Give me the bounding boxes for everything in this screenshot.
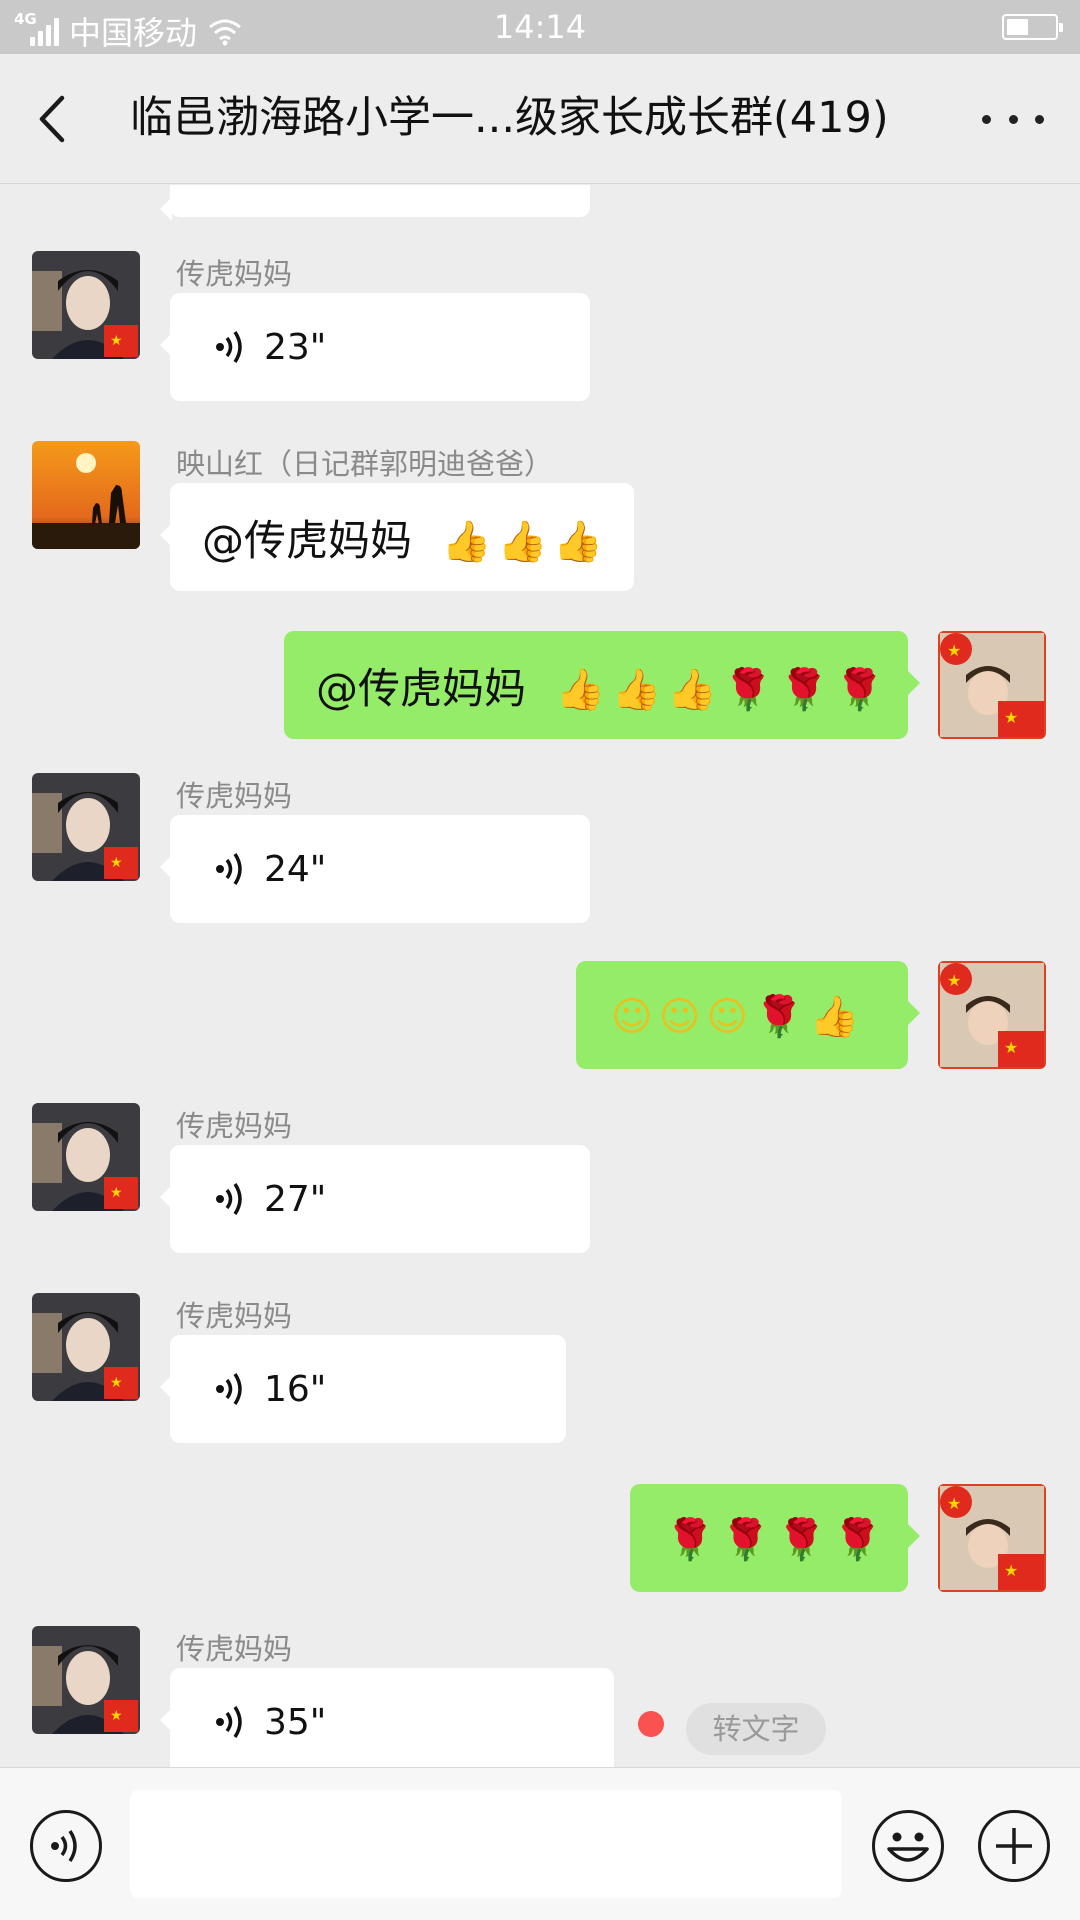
sender-name: 传虎妈妈 bbox=[176, 779, 293, 813]
my-avatar[interactable]: ★ ★ bbox=[938, 631, 1046, 739]
avatar[interactable] bbox=[32, 441, 140, 549]
input-bar bbox=[0, 1767, 1080, 1920]
text-message[interactable]: @传虎妈妈 👍 👍 👍 bbox=[160, 483, 634, 591]
chevron-left-icon[interactable] bbox=[30, 92, 80, 146]
rose-emoji: 🌹 bbox=[778, 666, 829, 713]
thumbs-up-emoji: 👍 bbox=[809, 993, 860, 1040]
voice-message[interactable]: 23" bbox=[160, 293, 590, 401]
voice-wave-icon bbox=[216, 1183, 242, 1215]
my-avatar[interactable]: ★ ★ bbox=[938, 1484, 1046, 1592]
svg-text:★: ★ bbox=[947, 641, 961, 660]
more-icon[interactable] bbox=[982, 104, 1044, 134]
svg-text:★: ★ bbox=[1004, 708, 1018, 727]
message-text: @传虎妈妈 bbox=[316, 663, 527, 713]
rose-emoji: 🌹 bbox=[834, 666, 885, 713]
voice-to-text-button[interactable]: 转文字 bbox=[686, 1703, 826, 1755]
avatar[interactable]: ★ bbox=[32, 1293, 140, 1401]
voice-duration: 24" bbox=[264, 848, 327, 890]
svg-text:★: ★ bbox=[110, 1708, 123, 1724]
avatar[interactable]: ★ bbox=[32, 1626, 140, 1734]
sender-name: 传虎妈妈 bbox=[176, 1299, 293, 1333]
voice-message[interactable]: 27" bbox=[160, 1145, 590, 1253]
voice-wave-icon bbox=[216, 1373, 242, 1405]
svg-text:★: ★ bbox=[110, 855, 123, 871]
rose-emoji: 🌹 bbox=[720, 1516, 771, 1563]
thumbs-up-emoji: 👍 bbox=[611, 666, 662, 713]
rose-emoji: 🌹 bbox=[723, 666, 773, 713]
chat-title[interactable]: 临邑渤海路小学一...级家长成长群(419) bbox=[130, 88, 940, 148]
sender-name: 传虎妈妈 bbox=[176, 257, 293, 291]
voice-wave-icon bbox=[216, 853, 242, 885]
clock: 14:14 bbox=[493, 8, 587, 46]
rose-emoji: 🌹 bbox=[754, 993, 804, 1040]
voice-wave-icon bbox=[216, 1706, 242, 1738]
emoji-message-outgoing[interactable]: ☺ ☺ ☺ 🌹 👍 bbox=[576, 961, 920, 1069]
sender-name: 传虎妈妈 bbox=[176, 1632, 293, 1666]
svg-text:★: ★ bbox=[947, 971, 961, 990]
voice-duration: 16" bbox=[264, 1368, 327, 1410]
my-avatar[interactable]: ★ ★ bbox=[938, 961, 1046, 1069]
voice-message[interactable]: 24" bbox=[160, 815, 590, 923]
message-list[interactable]: ★ 传虎妈妈 23" 映山红（日记群郭明迪爸爸） @传虎妈妈 👍 👍 👍 ★ ★ @传… bbox=[0, 185, 1080, 1767]
message-input[interactable] bbox=[130, 1790, 842, 1898]
emoji-icon[interactable] bbox=[872, 1810, 944, 1882]
avatar[interactable]: ★ bbox=[32, 251, 140, 359]
rose-emoji: 🌹 bbox=[665, 1516, 715, 1563]
battery-icon bbox=[1002, 14, 1063, 40]
sender-name: 传虎妈妈 bbox=[176, 1109, 293, 1143]
unread-dot bbox=[638, 1711, 664, 1737]
thumbs-up-emoji: 👍 bbox=[555, 666, 606, 713]
voice-duration: 35" bbox=[264, 1701, 327, 1743]
voice-wave-icon bbox=[216, 331, 242, 363]
thumbs-up-emoji: 👍 bbox=[667, 666, 718, 713]
plus-icon[interactable] bbox=[978, 1810, 1050, 1882]
text-message-outgoing[interactable]: @传虎妈妈 👍 👍 👍 🌹 🌹 🌹 bbox=[284, 631, 920, 739]
thumbs-up-emoji: 👍 bbox=[497, 518, 548, 565]
thumbs-up-emoji: 👍 bbox=[441, 518, 492, 565]
voice-duration: 27" bbox=[264, 1178, 327, 1220]
voice-message[interactable]: 16" bbox=[160, 1335, 566, 1443]
thumbs-up-emoji: 👍 bbox=[553, 518, 604, 565]
chat-header: 临邑渤海路小学一...级家长成长群(419) bbox=[0, 54, 1080, 184]
svg-text:★: ★ bbox=[110, 1185, 123, 1201]
rose-emoji: 🌹 bbox=[832, 1516, 883, 1563]
svg-text:★: ★ bbox=[947, 1494, 961, 1513]
voice-message[interactable]: 35" bbox=[160, 1668, 614, 1767]
smiley-guy-emoji: ☺ bbox=[611, 993, 653, 1040]
svg-text:★: ★ bbox=[110, 333, 123, 349]
message-text: @传虎妈妈 bbox=[202, 515, 413, 565]
avatar[interactable]: ★ bbox=[32, 1103, 140, 1211]
svg-text:★: ★ bbox=[1004, 1561, 1018, 1580]
emoji-message-outgoing[interactable]: 🌹 🌹 🌹 🌹 bbox=[630, 1484, 920, 1592]
sender-name: 映山红（日记群郭明迪爸爸） bbox=[176, 447, 554, 481]
svg-text:★: ★ bbox=[110, 1375, 123, 1391]
message-bubble-partial[interactable] bbox=[160, 185, 590, 221]
voice-input-icon[interactable] bbox=[30, 1810, 102, 1882]
smiley-guy-emoji: ☺ bbox=[706, 993, 749, 1040]
rose-emoji: 🌹 bbox=[776, 1516, 827, 1563]
avatar[interactable]: ★ bbox=[32, 773, 140, 881]
svg-text:★: ★ bbox=[1004, 1038, 1018, 1057]
status-bar: 4G 中国移动 14:14 bbox=[0, 0, 1080, 54]
voice-duration: 23" bbox=[264, 326, 327, 368]
smiley-guy-emoji: ☺ bbox=[658, 993, 701, 1040]
